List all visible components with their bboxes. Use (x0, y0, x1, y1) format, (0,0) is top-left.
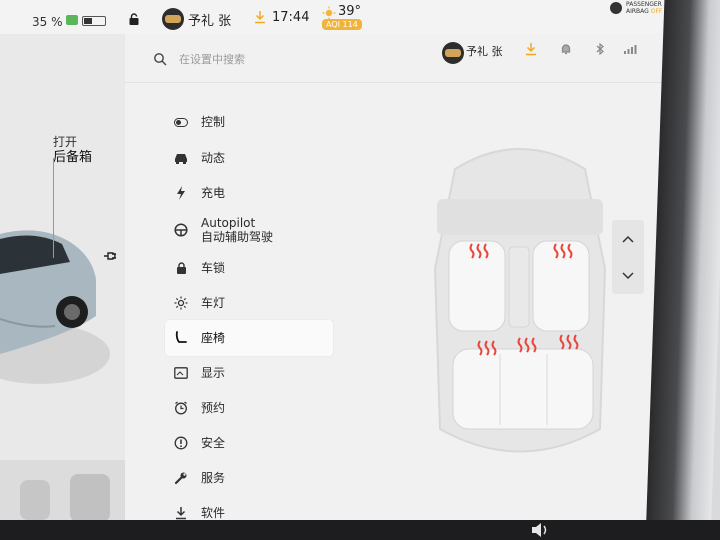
search-icon[interactable] (153, 52, 167, 66)
user-name[interactable]: 予礼 张 (466, 43, 503, 59)
menu-item-seats[interactable]: 座椅 (165, 320, 333, 356)
airbag-icon (610, 2, 622, 14)
seat-view-scroll (612, 220, 644, 294)
trunk-button[interactable]: 打开 后备箱 (53, 134, 92, 166)
light-icon (173, 295, 189, 311)
outside-temperature: 39° (338, 4, 362, 19)
touchscreen: 35 % 予礼 张 17:44 39° AQI 114 PASSENGER AI… (0, 0, 700, 525)
car-icon (173, 150, 189, 166)
toggle-icon (173, 114, 189, 130)
passenger-seat-heater[interactable] (551, 242, 575, 260)
rear-left-seat-heater[interactable] (475, 339, 499, 357)
steering-wheel-icon (173, 222, 189, 238)
chevron-down-icon (622, 271, 634, 279)
scroll-up-button[interactable] (612, 220, 644, 257)
clock-icon (173, 400, 189, 416)
download-icon[interactable] (254, 10, 266, 24)
screen-bezel-bottom (0, 520, 720, 540)
lock-icon (173, 260, 189, 276)
menu-item-safety[interactable]: 安全 (165, 425, 333, 461)
scroll-down-button[interactable] (612, 257, 644, 294)
search-input[interactable] (179, 50, 419, 68)
car-render (0, 230, 110, 384)
lock-icon[interactable] (128, 13, 140, 25)
trunk-pointer-line (53, 158, 54, 258)
lightning-icon (173, 185, 189, 201)
trunk-action: 打开 (53, 135, 78, 149)
download-icon (173, 505, 189, 521)
wrench-icon (173, 470, 189, 486)
battery-percent: 35 % (32, 15, 63, 29)
seat-icon (173, 330, 189, 346)
menu-item-service[interactable]: 服务 (165, 460, 333, 496)
charge-port-icon[interactable] (103, 250, 117, 262)
menu-item-display[interactable]: 显示 (165, 355, 333, 391)
settings-panel: 予礼 张 控制 (125, 34, 690, 525)
car-view: 打开 后备箱 (0, 34, 125, 525)
info-icon (173, 435, 189, 451)
menu-item-locks[interactable]: 车锁 (165, 250, 333, 286)
battery-icon (66, 15, 108, 26)
avatar[interactable] (162, 8, 184, 30)
rear-center-seat-heater[interactable] (515, 336, 539, 354)
signal-icon (624, 45, 637, 54)
menu-item-lights[interactable]: 车灯 (165, 285, 333, 321)
volume-icon[interactable] (530, 522, 550, 538)
sun-icon (322, 6, 336, 20)
settings-header: 予礼 张 (125, 34, 690, 83)
avatar[interactable] (442, 42, 464, 64)
chevron-up-icon (622, 235, 634, 243)
menu-item-controls[interactable]: 控制 (165, 104, 333, 140)
cabin-seat-diagram (433, 148, 607, 453)
menu-item-dynamics[interactable]: 动态 (165, 140, 333, 176)
menu-item-schedule[interactable]: 预约 (165, 390, 333, 426)
driver-seat-heater[interactable] (467, 242, 491, 260)
menu-item-autopilot[interactable]: Autopilot 自动辅助驾驶 (165, 210, 333, 250)
status-bar: 35 % 予礼 张 17:44 39° AQI 114 PASSENGER AI… (0, 0, 690, 34)
rear-right-seat-heater[interactable] (557, 333, 581, 351)
menu-item-charging[interactable]: 充电 (165, 175, 333, 211)
user-name[interactable]: 予礼 张 (188, 10, 231, 29)
trunk-label: 后备箱 (53, 150, 93, 165)
clock: 17:44 (272, 10, 310, 25)
seat-thumbnail[interactable] (0, 460, 125, 525)
download-icon[interactable] (524, 42, 538, 56)
display-icon (173, 365, 189, 381)
bell-icon[interactable] (559, 42, 573, 56)
bluetooth-icon[interactable] (593, 42, 607, 56)
aqi-badge: AQI 114 (322, 19, 362, 30)
passenger-airbag-status: PASSENGER AIRBAG OFF (626, 1, 663, 15)
